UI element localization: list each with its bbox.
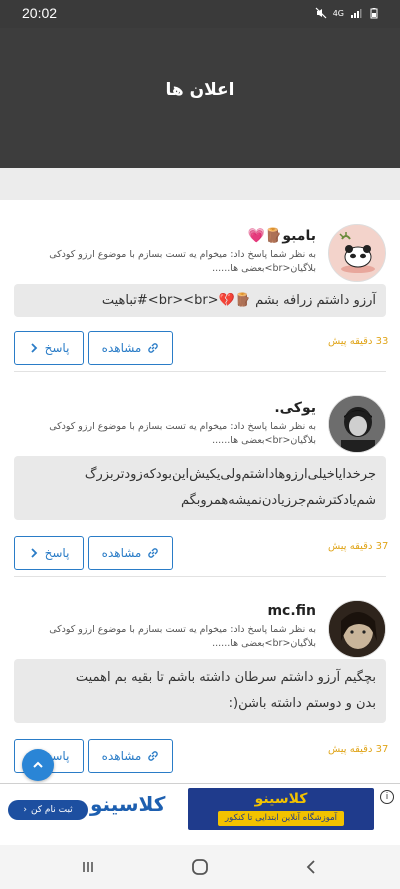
mute-icon	[315, 7, 327, 19]
view-button[interactable]: مشاهده	[88, 536, 173, 570]
list-overflow	[0, 833, 400, 845]
message-line: بچگیم آرزو داشتم سرطان داشته باشم تا بقی…	[75, 670, 376, 685]
message-line: جرخدایاخیلی‌ارزوهاداشتم‌ولی‌یکیش‌این‌بود…	[84, 467, 376, 482]
view-button[interactable]: مشاهده	[88, 331, 173, 365]
view-label: مشاهده	[101, 546, 142, 560]
message-line: شم‌یادکترشم‌جرزیادن‌نمیشه‌همروبگم	[180, 493, 376, 508]
link-icon	[148, 343, 159, 353]
reply-label: پاسخ	[44, 546, 70, 560]
ad-signup-label: ثبت نام کن	[30, 805, 73, 815]
home-icon[interactable]	[188, 855, 212, 879]
reply-message: جرخدایاخیلی‌ارزوهاداشتم‌ولی‌یکیش‌این‌بود…	[14, 456, 386, 520]
reply-label: پاسخ	[44, 341, 70, 355]
link-icon	[148, 548, 159, 558]
reply-button[interactable]: پاسخ	[14, 536, 84, 570]
notification-time: 33 دقیقه پیش	[328, 336, 389, 347]
ad-info-icon[interactable]: i	[380, 790, 394, 804]
view-label: مشاهده	[101, 749, 142, 763]
scroll-top-button[interactable]	[22, 749, 54, 781]
network-type: 4G	[332, 8, 344, 18]
reply-message: آرزو داشتم زرافه بشم 🪵💔<br><br>#تباهیت	[14, 284, 386, 317]
user-name[interactable]: بامبو🪵💗	[247, 228, 316, 244]
user-name[interactable]: mc.fin	[267, 603, 316, 619]
avatar[interactable]	[328, 600, 386, 658]
page-title: اعلان ها	[165, 80, 235, 100]
notification-time: 37 دقیقه پیش	[328, 541, 389, 552]
panda-avatar-icon	[329, 225, 385, 281]
user-photo-icon	[329, 601, 385, 657]
app-header: اعلان ها	[0, 28, 400, 168]
status-icons: 4G	[315, 7, 380, 19]
user-photo-icon	[329, 396, 385, 452]
recent-apps-icon[interactable]	[76, 855, 100, 879]
avatar[interactable]	[328, 224, 386, 282]
reply-button[interactable]: پاسخ	[14, 331, 84, 365]
chevron-left-icon: ‹	[23, 805, 27, 815]
divider	[14, 371, 386, 372]
signal-icon	[351, 9, 362, 18]
notification-list[interactable]: بامبو🪵💗 به نظر شما پاسخ داد: میخوام یه ت…	[0, 200, 400, 800]
user-name[interactable]: یوکی.	[274, 400, 316, 416]
battery-icon	[370, 8, 378, 19]
ad-logo: کلاسینو	[254, 791, 308, 807]
reply-message: بچگیم آرزو داشتم سرطان داشته باشم تا بقی…	[14, 659, 386, 723]
system-nav-bar	[0, 845, 400, 889]
back-icon[interactable]	[300, 855, 324, 879]
status-bar: 20:02 4G	[0, 0, 400, 28]
ad-logo: کلاسینو	[90, 792, 166, 816]
chevron-right-icon	[30, 548, 37, 558]
link-icon	[148, 751, 159, 761]
chevron-right-icon	[30, 343, 37, 353]
ad-signup-button[interactable]: ثبت نام کن ‹	[8, 800, 88, 820]
status-time: 20:02	[22, 5, 58, 21]
view-button[interactable]: مشاهده	[88, 739, 173, 773]
avatar[interactable]	[328, 395, 386, 453]
view-label: مشاهده	[101, 341, 142, 355]
ad-tagline: آموزشگاه آنلاین ابتدایی تا کنکور	[218, 811, 344, 826]
divider	[14, 576, 386, 577]
chevron-up-icon	[33, 761, 43, 768]
notification-description: به نظر شما پاسخ داد: میخوام یه تست بسازم…	[49, 624, 316, 649]
notification-time: 37 دقیقه پیش	[328, 744, 389, 755]
message-line: بدن و دوستم داشته باشن(:	[228, 696, 376, 711]
ad-banner[interactable]: ثبت نام کن ‹ کلاسینو کلاسینو آموزشگاه آن…	[0, 783, 400, 833]
notification-description: به نظر شما پاسخ داد: میخوام یه تست بسازم…	[49, 421, 316, 446]
ad-promo-panel[interactable]: کلاسینو آموزشگاه آنلاین ابتدایی تا کنکور	[188, 788, 374, 830]
notification-description: به نظر شما پاسخ داد: میخوام یه تست بسازم…	[49, 249, 316, 274]
